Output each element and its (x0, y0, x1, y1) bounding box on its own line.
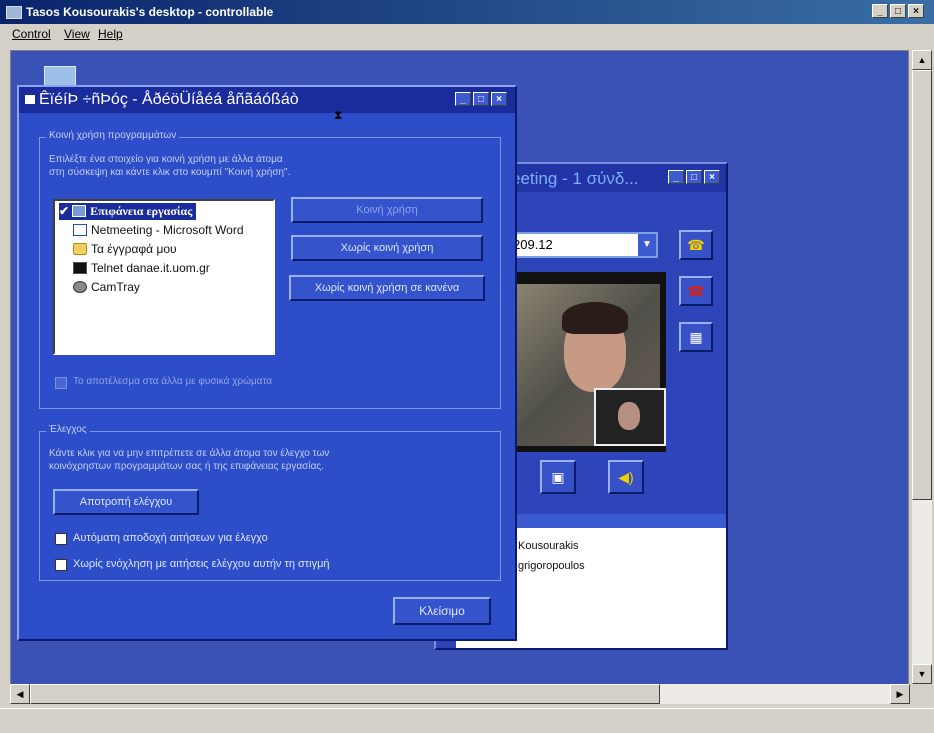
control-description-line1: Κάντε κλικ για να μην επιτρέπετε σε άλλα… (49, 448, 330, 459)
window-title: Tasos Kousourakis's desktop - controllab… (26, 5, 274, 19)
unshare-all-button[interactable]: Χωρίς κοινή χρήση σε κανένα (289, 275, 485, 301)
remote-participant-hair (562, 302, 628, 334)
horizontal-scroll-thumb[interactable] (30, 684, 660, 704)
list-item[interactable]: grigoropoulos (518, 560, 585, 572)
auto-accept-label: Αυτόματη αποδοχή αιτήσεων για έλεγχο (73, 532, 268, 544)
program-label: Telnet danae.it.uom.gr (91, 261, 210, 275)
scroll-up-icon[interactable]: ▲ (912, 50, 932, 70)
dialog-minimize-button[interactable]: _ (455, 92, 471, 106)
directory-button[interactable]: ▦ (679, 322, 713, 352)
volume-button[interactable]: ◀) (608, 460, 644, 494)
vertical-scroll-thumb[interactable] (912, 70, 932, 500)
list-item[interactable]: Kousourakis (518, 540, 579, 552)
word-document-icon (73, 224, 87, 236)
place-call-button[interactable]: ☎ (679, 230, 713, 260)
address-combo[interactable]: 209.12 ▼ (508, 232, 658, 258)
picture-in-picture-icon: ▣ (551, 469, 565, 485)
local-participant-face (618, 402, 640, 430)
control-group-label: Έλεγχος (46, 424, 90, 435)
auto-accept-checkbox[interactable] (55, 533, 67, 545)
menu-view[interactable]: View (64, 27, 90, 41)
true-color-checkbox[interactable] (55, 377, 67, 389)
telnet-icon (73, 262, 87, 274)
vertical-scrollbar[interactable]: ▲ ▼ (912, 50, 932, 684)
true-color-label: Το αποτέλεσμα στα άλλα με φυσικά χρώματα (73, 376, 273, 387)
picture-in-picture-button[interactable]: ▣ (540, 460, 576, 494)
control-description-line2: κοινόχρηστων προγραμμάτων σας ή της επιφ… (49, 461, 324, 472)
address-value: 209.12 (513, 237, 553, 252)
list-item[interactable]: Telnet danae.it.uom.gr (73, 260, 210, 277)
list-item[interactable]: ✔ Επιφάνεια εργασίας (59, 203, 197, 220)
menu-control[interactable]: Control (12, 27, 51, 41)
program-label: Τα έγγραφά μου (91, 242, 177, 256)
folder-icon (73, 243, 87, 255)
program-list[interactable]: ✔ Επιφάνεια εργασίας Netmeeting - Micros… (53, 199, 275, 355)
sharing-description-line2: στη σύσκεψη και κάντε κλικ στο κουμπί "Κ… (49, 167, 291, 178)
dialog-maximize-button[interactable]: □ (473, 92, 489, 106)
netmeeting-close-button[interactable]: × (704, 170, 720, 184)
window-controls: _ □ × (872, 4, 924, 18)
sharing-group-label: Κοινή χρήση προγραμμάτων (46, 130, 180, 141)
address-book-icon: ▦ (689, 329, 703, 345)
dialog-close-button[interactable]: × (491, 92, 507, 106)
maximize-button[interactable]: □ (890, 4, 906, 18)
horizontal-scrollbar[interactable]: ◀ ▶ (10, 684, 910, 704)
netmeeting-title: eeting - 1 σύνδ... (511, 169, 639, 188)
hang-up-icon: ☎ (687, 283, 705, 299)
desktop-icon (6, 6, 22, 19)
scroll-down-icon[interactable]: ▼ (912, 664, 932, 684)
program-label: Επιφάνεια εργασίας (90, 204, 193, 218)
program-label: CamTray (91, 280, 140, 294)
end-call-button[interactable]: ☎ (679, 276, 713, 306)
local-video-preview (594, 388, 666, 446)
unshare-button[interactable]: Χωρίς κοινή χρήση (291, 235, 483, 261)
close-dialog-button[interactable]: Κλείσιμο (393, 597, 491, 625)
prevent-control-button[interactable]: Αποτροπή ελέγχου (53, 489, 199, 515)
sharing-description-line1: Επιλέξτε ένα στοιχείο για κοινή χρήση με… (49, 154, 283, 165)
menu-help[interactable]: Help (98, 27, 123, 41)
netmeeting-window-controls: _ □ × (668, 170, 720, 184)
sharing-icon (25, 95, 35, 104)
desktop-icon (72, 205, 87, 217)
do-not-disturb-checkbox[interactable] (55, 559, 67, 571)
phone-icon: ☎ (687, 237, 705, 253)
list-item[interactable]: Τα έγγραφά μου (73, 241, 177, 258)
scroll-right-icon[interactable]: ▶ (890, 684, 910, 704)
check-mark-icon: ✔ (59, 204, 70, 218)
list-item[interactable]: CamTray (73, 279, 140, 296)
scroll-left-icon[interactable]: ◀ (10, 684, 30, 704)
window-title-bar[interactable]: Tasos Kousourakis's desktop - controllab… (0, 0, 934, 24)
menu-bar: Control View Help (0, 24, 934, 44)
camera-icon (73, 281, 87, 293)
program-label: Netmeeting - Microsoft Word (91, 223, 244, 237)
netmeeting-maximize-button[interactable]: □ (686, 170, 702, 184)
do-not-disturb-label: Χωρίς ενόχληση με αιτήσεις ελέγχου αυτήν… (73, 558, 330, 570)
speaker-icon: ◀) (618, 469, 634, 485)
video-window (508, 272, 666, 452)
close-button[interactable]: × (908, 4, 924, 18)
dialog-window-controls: _ □ × (455, 92, 507, 106)
hourglass-cursor-icon: ⧗ (334, 108, 343, 122)
dialog-title-bar[interactable]: ÊïéíÞ ÷ñÞóç - ÅðéöÜíåéá åñãáóßáò _ □ × (19, 87, 515, 113)
dialog-title: ÊïéíÞ ÷ñÞóç - ÅðéöÜíåéá åñãáóßáò (39, 91, 299, 108)
list-item[interactable]: Netmeeting - Microsoft Word (73, 222, 244, 239)
share-button[interactable]: Κοινή χρήση (291, 197, 483, 223)
chevron-down-icon[interactable]: ▼ (638, 234, 656, 256)
minimize-button[interactable]: _ (872, 4, 888, 18)
status-bar (0, 708, 934, 733)
sharing-dialog: ÊïéíÞ ÷ñÞóç - ÅðéöÜíåéá åñãáóßáò _ □ × Κ… (17, 85, 517, 641)
netmeeting-minimize-button[interactable]: _ (668, 170, 684, 184)
